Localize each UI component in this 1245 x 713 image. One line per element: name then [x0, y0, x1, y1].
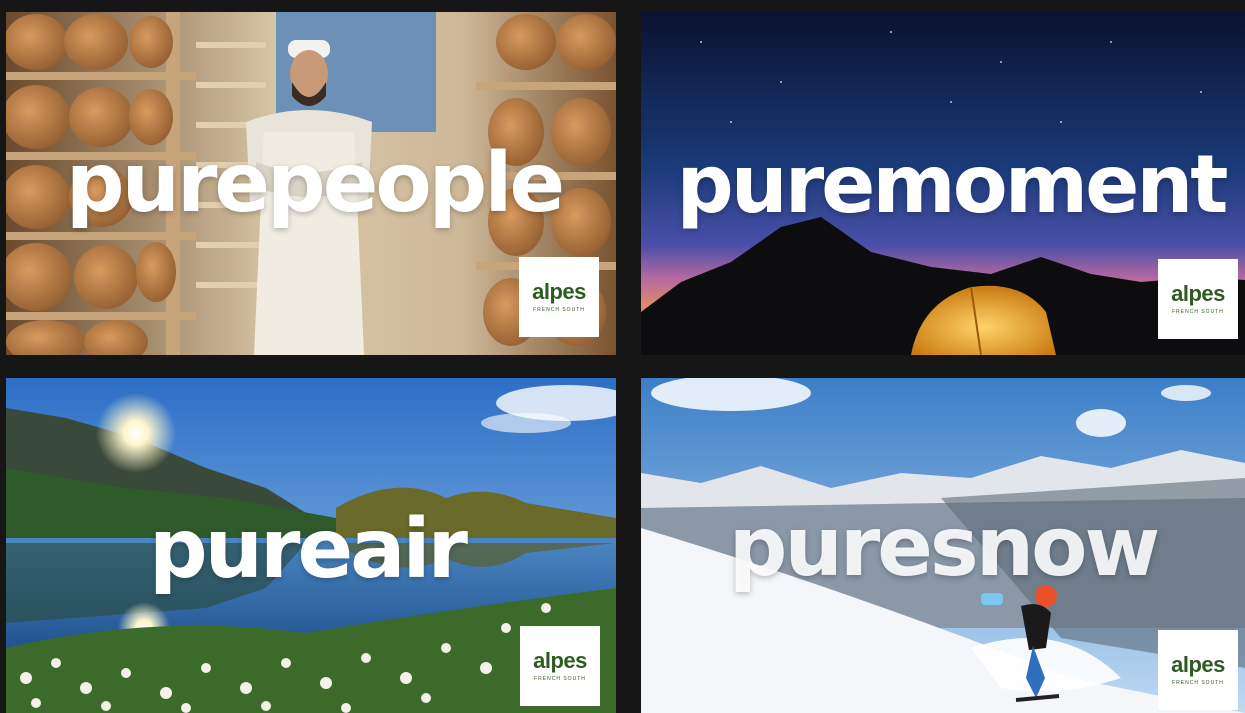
- logo-wordmark: alpes: [1171, 652, 1225, 677]
- logo-wordmark: alpes: [1171, 281, 1225, 306]
- alpes-logo: alpes FRENCH SOUTH: [519, 257, 599, 337]
- logo-tagline: FRENCH SOUTH: [533, 307, 585, 313]
- panel-pureair: pureair alpes FRENCH SOUTH: [6, 378, 616, 713]
- logo-tagline: FRENCH SOUTH: [534, 676, 586, 682]
- panel-puresnow: puresnow alpes FRENCH SOUTH: [641, 378, 1245, 713]
- headline: puremoment: [676, 138, 1228, 231]
- poster-grid: purepeople alpes FRENCH SOUTH puremoment…: [0, 0, 1245, 713]
- panel-purepeople: purepeople alpes FRENCH SOUTH: [6, 12, 616, 355]
- headline: pureair: [148, 502, 468, 597]
- logo-tagline: FRENCH SOUTH: [1172, 309, 1224, 315]
- logo-wordmark: alpes: [533, 648, 587, 673]
- logo-wordmark: alpes: [532, 279, 586, 304]
- logo-tagline: FRENCH SOUTH: [1172, 680, 1224, 686]
- alpes-logo: alpes FRENCH SOUTH: [1158, 630, 1238, 710]
- headline: puresnow: [728, 500, 1160, 595]
- headline: purepeople: [65, 136, 565, 231]
- alpes-logo: alpes FRENCH SOUTH: [1158, 259, 1238, 339]
- panel-puremoment: puremoment alpes FRENCH SOUTH: [641, 12, 1245, 355]
- alpes-logo: alpes FRENCH SOUTH: [520, 626, 600, 706]
